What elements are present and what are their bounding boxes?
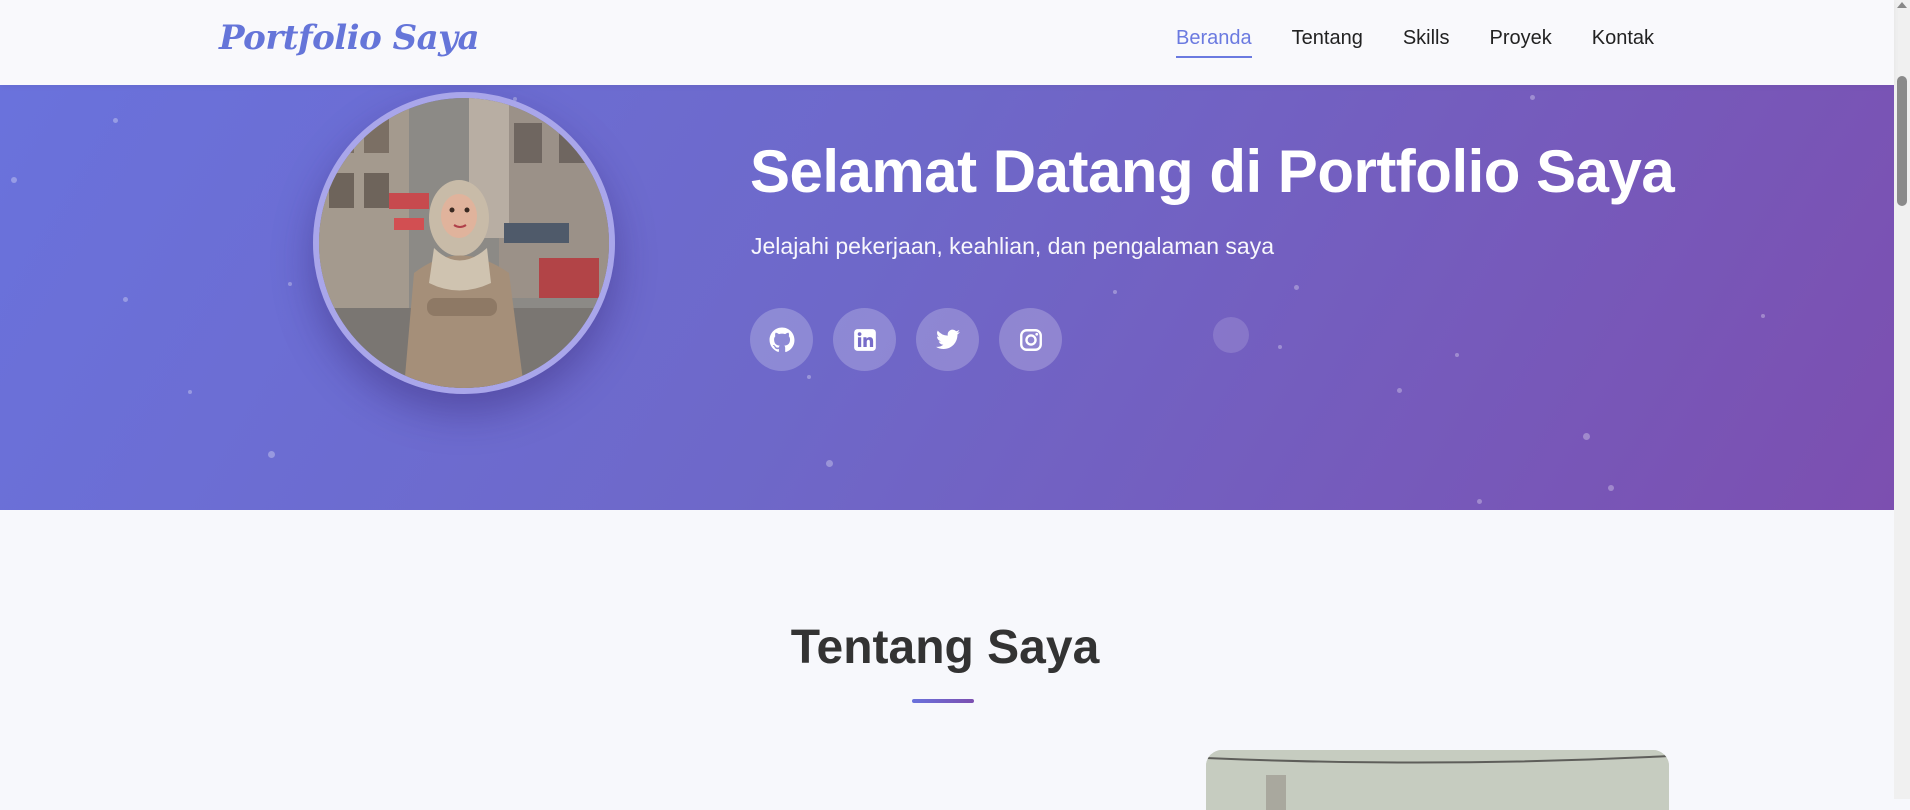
scrollbar-thumb[interactable] xyxy=(1897,76,1907,206)
profile-photo-illustration xyxy=(319,98,609,388)
hero-title: Selamat Datang di Portfolio Saya xyxy=(750,138,1675,205)
particle xyxy=(1397,388,1402,393)
linkedin-link[interactable] xyxy=(833,308,896,371)
particle xyxy=(288,282,292,286)
scrollbar[interactable] xyxy=(1894,0,1910,799)
particle xyxy=(1583,433,1590,440)
about-image xyxy=(1206,750,1669,810)
hero-subtitle: Jelajahi pekerjaan, keahlian, dan pengal… xyxy=(751,233,1274,259)
nav-item-proyek[interactable]: Proyek xyxy=(1489,27,1551,58)
particle xyxy=(1278,345,1282,349)
particle xyxy=(1530,95,1535,100)
particle xyxy=(1477,499,1482,504)
twitter-link[interactable] xyxy=(916,308,979,371)
particle xyxy=(123,297,128,302)
nav-item-kontak[interactable]: Kontak xyxy=(1592,27,1654,58)
site-logo[interactable]: Portfolio Saya xyxy=(219,18,479,58)
particle xyxy=(1213,317,1249,353)
scroll-up-arrow-icon[interactable] xyxy=(1897,2,1907,8)
main-nav: Beranda Tentang Skills Proyek Kontak xyxy=(1176,27,1654,58)
twitter-icon xyxy=(935,329,960,349)
about-title-underline xyxy=(912,699,974,703)
navbar: Portfolio Saya Beranda Tentang Skills Pr… xyxy=(0,0,1894,85)
social-links xyxy=(750,308,1062,371)
particle xyxy=(1455,353,1459,357)
nav-item-beranda[interactable]: Beranda xyxy=(1176,27,1252,58)
about-title: Tentang Saya xyxy=(790,621,1100,674)
linkedin-icon xyxy=(853,328,876,351)
hero-section: Selamat Datang di Portfolio Saya Jelajah… xyxy=(0,85,1894,510)
about-image-illustration xyxy=(1206,750,1669,810)
profile-photo xyxy=(313,92,615,394)
github-icon xyxy=(769,327,794,352)
particle xyxy=(1761,314,1765,318)
particle xyxy=(1608,485,1614,491)
particle xyxy=(188,390,192,394)
particle xyxy=(1113,290,1117,294)
instagram-icon xyxy=(1019,328,1042,351)
particle xyxy=(268,451,275,458)
particle xyxy=(826,460,833,467)
particle xyxy=(807,375,811,379)
particle xyxy=(11,177,17,183)
github-link[interactable] xyxy=(750,308,813,371)
instagram-link[interactable] xyxy=(999,308,1062,371)
nav-item-skills[interactable]: Skills xyxy=(1403,27,1450,58)
particle xyxy=(113,118,118,123)
particle xyxy=(1294,285,1299,290)
nav-item-tentang[interactable]: Tentang xyxy=(1292,27,1363,58)
